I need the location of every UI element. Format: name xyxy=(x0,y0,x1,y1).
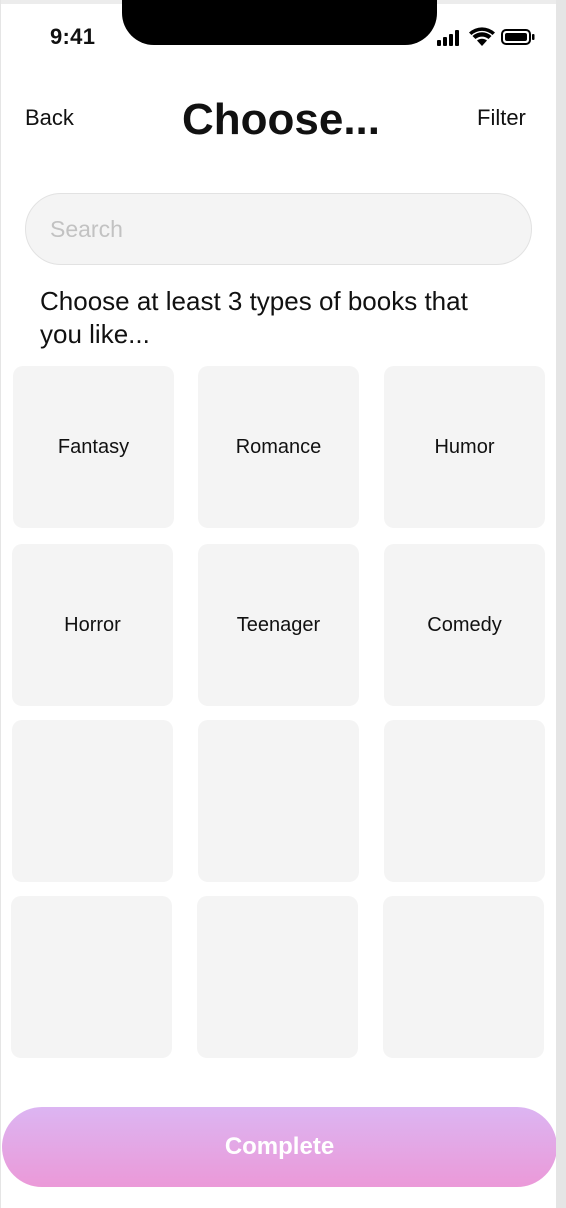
phone-screen: 9:41 Back Choose... Filter Choose at lea… xyxy=(1,0,556,1208)
complete-button[interactable]: Complete xyxy=(2,1107,556,1187)
genre-tile-empty[interactable] xyxy=(11,896,172,1058)
genre-tile-romance[interactable]: Romance xyxy=(198,366,359,528)
genre-tile-horror[interactable]: Horror xyxy=(12,544,173,706)
genre-grid: Fantasy Romance Humor Horror Teenager Co… xyxy=(1,0,556,1100)
genre-tile-teenager[interactable]: Teenager xyxy=(198,544,359,706)
genre-tile-empty[interactable] xyxy=(12,720,173,882)
genre-tile-empty[interactable] xyxy=(198,720,359,882)
genre-tile-empty[interactable] xyxy=(384,720,545,882)
genre-tile-empty[interactable] xyxy=(383,896,544,1058)
genre-tile-fantasy[interactable]: Fantasy xyxy=(13,366,174,528)
genre-tile-humor[interactable]: Humor xyxy=(384,366,545,528)
genre-tile-empty[interactable] xyxy=(197,896,358,1058)
genre-tile-comedy[interactable]: Comedy xyxy=(384,544,545,706)
